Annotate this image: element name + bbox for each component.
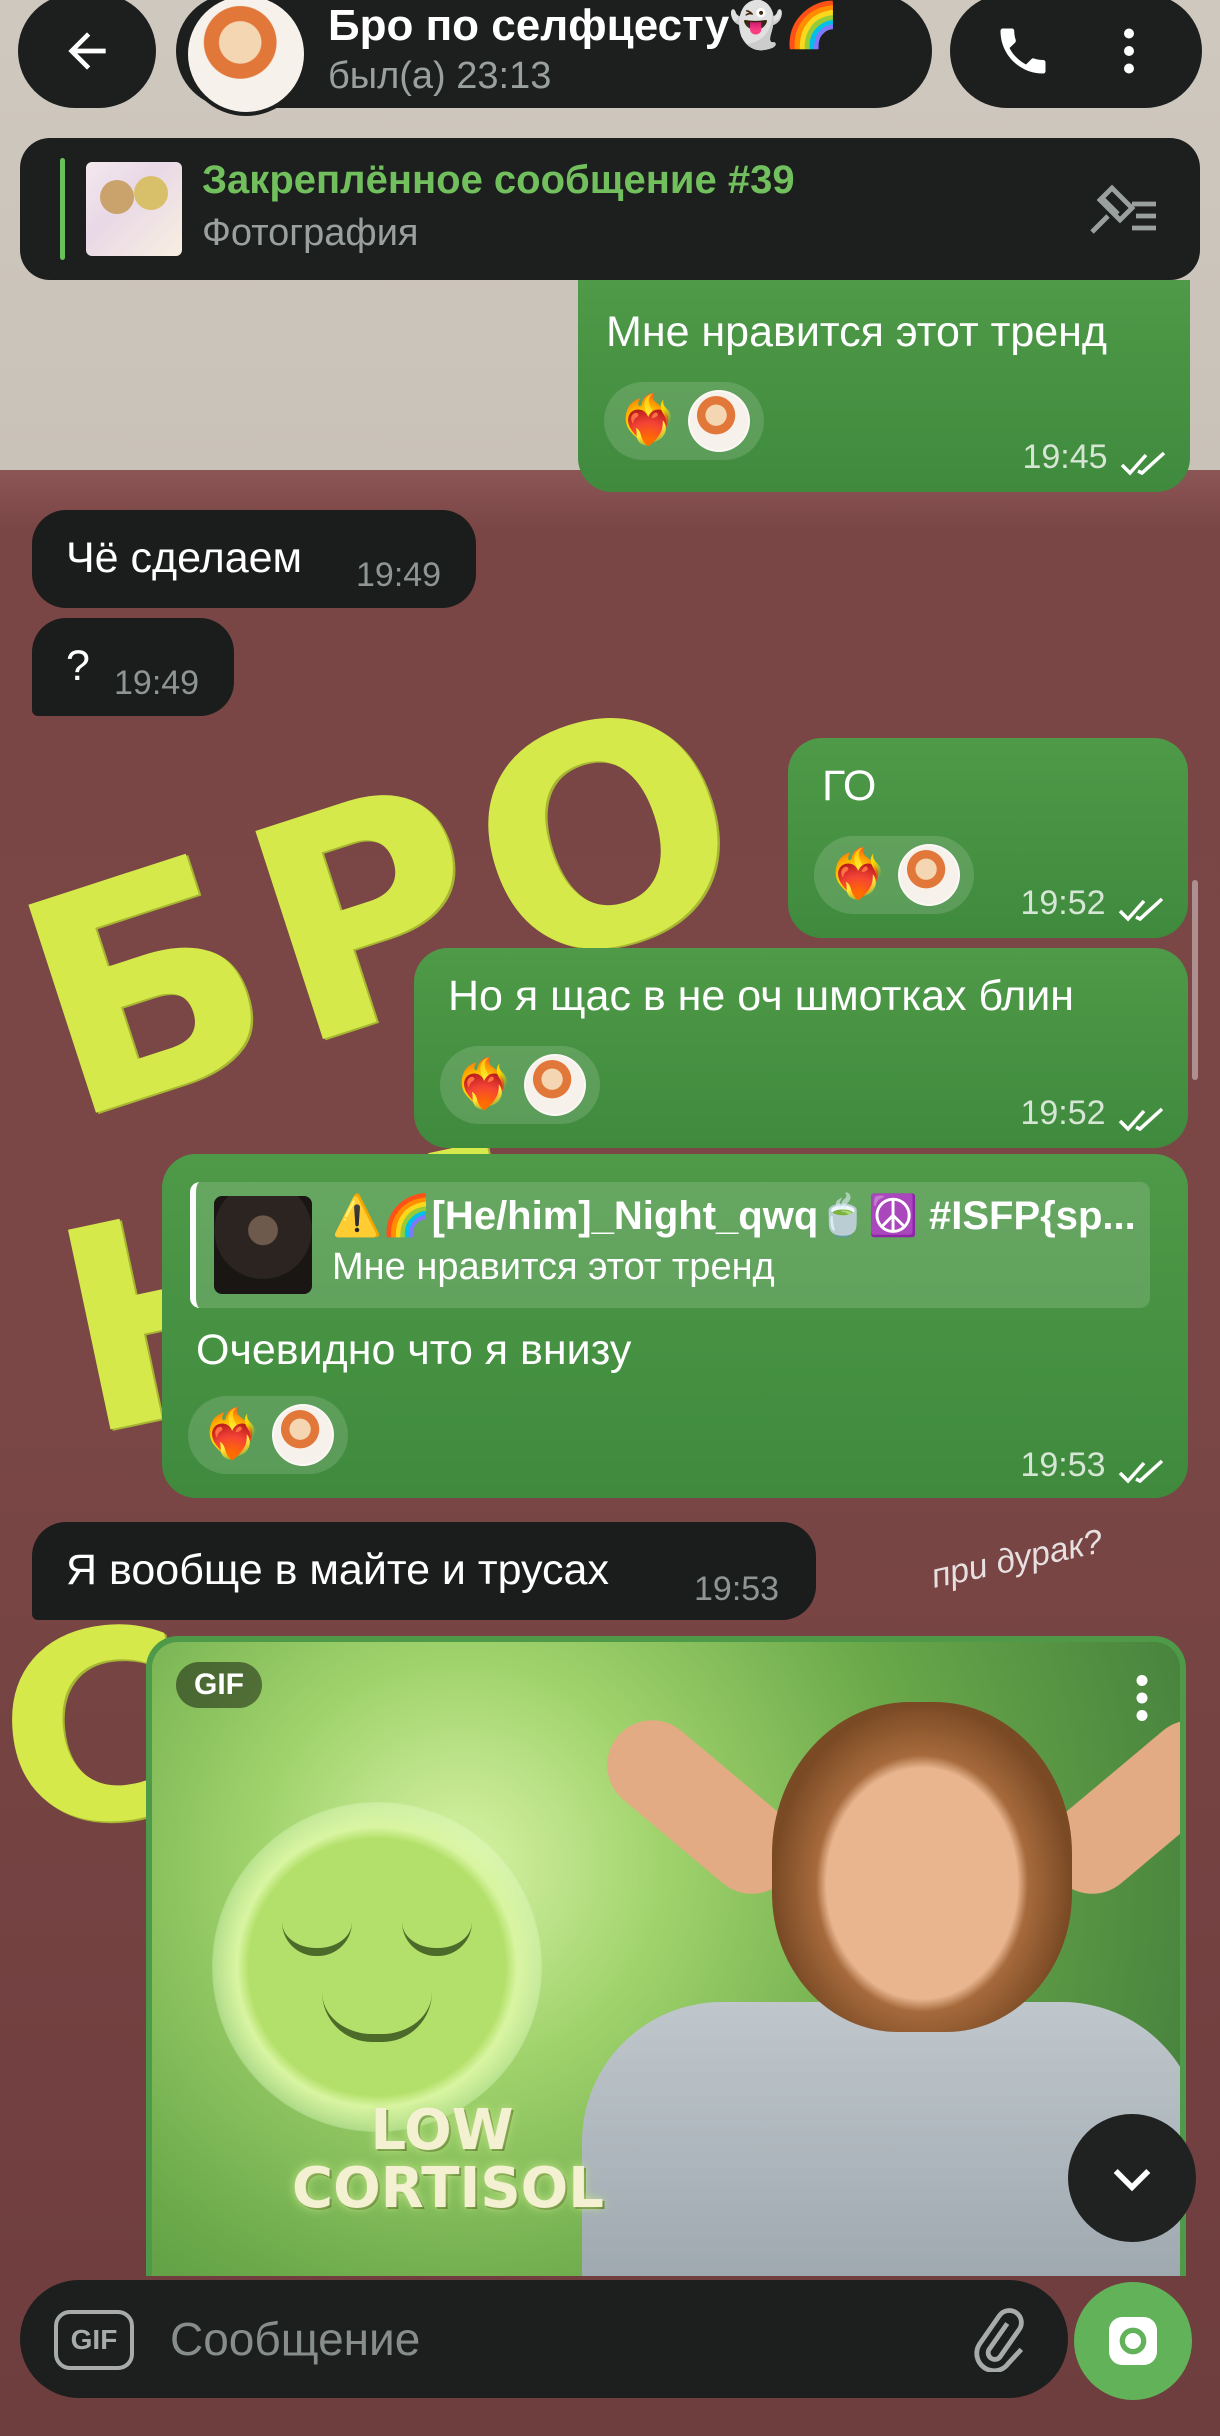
message-text: Мне нравится этот тренд [606,308,1107,356]
message-input[interactable] [170,2302,930,2376]
contact-name: Бро по селфцесту👻🌈 [328,1,839,50]
incoming-message[interactable]: Чё сделаем 19:49 [32,510,476,608]
message-time: 19:53 [694,1570,780,1608]
reaction-pill[interactable]: ❤️‍🔥 [440,1046,600,1124]
double-check-icon [1118,1459,1164,1484]
message-time: 19:52 [1020,884,1106,922]
reply-thumbnail [214,1196,312,1294]
back-button[interactable] [18,0,156,108]
fire-heart-emoji: ❤️‍🔥 [202,1408,262,1461]
reply-text: Мне нравится этот тренд [332,1246,775,1288]
reaction-avatar [897,844,960,906]
message-text: Но я щас в не оч шмотках блин [448,972,1074,1020]
scrollbar[interactable] [1192,880,1198,1080]
pinned-message-bar[interactable]: Закреплённое сообщение #39 Фотография [20,138,1200,280]
pinned-title: Закреплённое сообщение #39 [202,158,795,202]
outgoing-message[interactable]: Мне нравится этот тренд ❤️‍🔥 19:45 [578,280,1190,492]
gif-picker-button[interactable]: GIF [54,2310,134,2370]
reaction-avatar [271,1404,334,1466]
gif-smiley-orb [212,1802,542,2132]
reaction-avatar [523,1054,586,1116]
contact-header[interactable]: Бро по селфцесту👻🌈 был(а) 23:13 [176,0,932,116]
message-composer: GIF [20,2280,1068,2398]
outgoing-message[interactable]: Но я щас в не оч шмотках блин ❤️‍🔥 19:52 [414,948,1188,1148]
phone-icon[interactable] [993,21,1053,81]
message-meta: 19:52 [1020,884,1168,923]
scroll-down-button[interactable] [1068,2114,1196,2242]
reply-preview[interactable]: ⚠️🌈[He/him]_Night_qwq🍵☮️ #ISFP{sp... Мне… [190,1182,1150,1308]
more-vertical-icon[interactable] [1099,21,1159,81]
fire-heart-emoji: ❤️‍🔥 [618,394,678,447]
reply-author: ⚠️🌈[He/him]_Night_qwq🍵☮️ #ISFP{sp... [332,1194,1136,1238]
message-text: ? [66,642,90,690]
double-check-icon [1118,1107,1164,1132]
contact-status: был(а) 23:13 [328,55,552,97]
message-text: Чё сделаем [66,534,303,582]
pinned-indicator [60,158,65,260]
message-time: 19:45 [1022,438,1108,476]
double-check-icon [1118,897,1164,922]
double-check-icon [1120,451,1166,476]
camera-button[interactable] [1074,2282,1192,2400]
paperclip-icon[interactable] [966,2308,1030,2372]
message-time: 19:53 [1020,1446,1106,1484]
gif-person-head [772,1702,1072,2032]
gif-caption-line: CORTISOL [292,2156,604,2221]
message-meta: 19:45 [1022,438,1170,477]
more-vertical-icon[interactable] [1122,1668,1162,1728]
message-meta: 19:52 [1020,1094,1168,1133]
message-time: 19:49 [114,664,200,702]
reaction-avatar [687,390,750,452]
message-text: Очевидно что я внизу [196,1326,632,1374]
gif-caption: LOW CORTISOL [292,2098,604,2221]
outgoing-message[interactable]: ГО ❤️‍🔥 19:52 [788,738,1188,938]
back-arrow-icon [68,32,106,70]
reaction-pill[interactable]: ❤️‍🔥 [188,1396,348,1474]
unpin-list-icon[interactable] [1084,180,1164,240]
reaction-pill[interactable]: ❤️‍🔥 [814,836,974,914]
gif-message[interactable]: LOW CORTISOL GIF [146,1636,1186,2276]
outgoing-message[interactable]: ⚠️🌈[He/him]_Night_qwq🍵☮️ #ISFP{sp... Мне… [162,1154,1188,1498]
pinned-thumbnail [86,162,182,256]
message-time: 19:52 [1020,1094,1106,1132]
message-text: Я вообще в майте и трусах [66,1546,609,1594]
message-meta: 19:53 [1020,1446,1168,1485]
reaction-pill[interactable]: ❤️‍🔥 [604,382,764,460]
pinned-subtitle: Фотография [202,212,419,254]
gif-badge: GIF [176,1662,262,1708]
wallpaper-note: при дурак? [927,1522,1107,1596]
fire-heart-emoji: ❤️‍🔥 [828,848,888,901]
chevron-down-icon [1113,2169,1151,2192]
message-time: 19:49 [356,556,442,594]
incoming-message[interactable]: ? 19:49 [32,618,234,716]
camera-icon [1109,2317,1157,2365]
message-text: ГО [822,762,877,810]
avatar[interactable] [184,0,308,116]
fire-heart-emoji: ❤️‍🔥 [454,1058,514,1111]
incoming-message[interactable]: Я вообще в майте и трусах 19:53 [32,1522,816,1620]
gif-caption-line: LOW [370,2098,514,2163]
header-actions [950,0,1202,108]
